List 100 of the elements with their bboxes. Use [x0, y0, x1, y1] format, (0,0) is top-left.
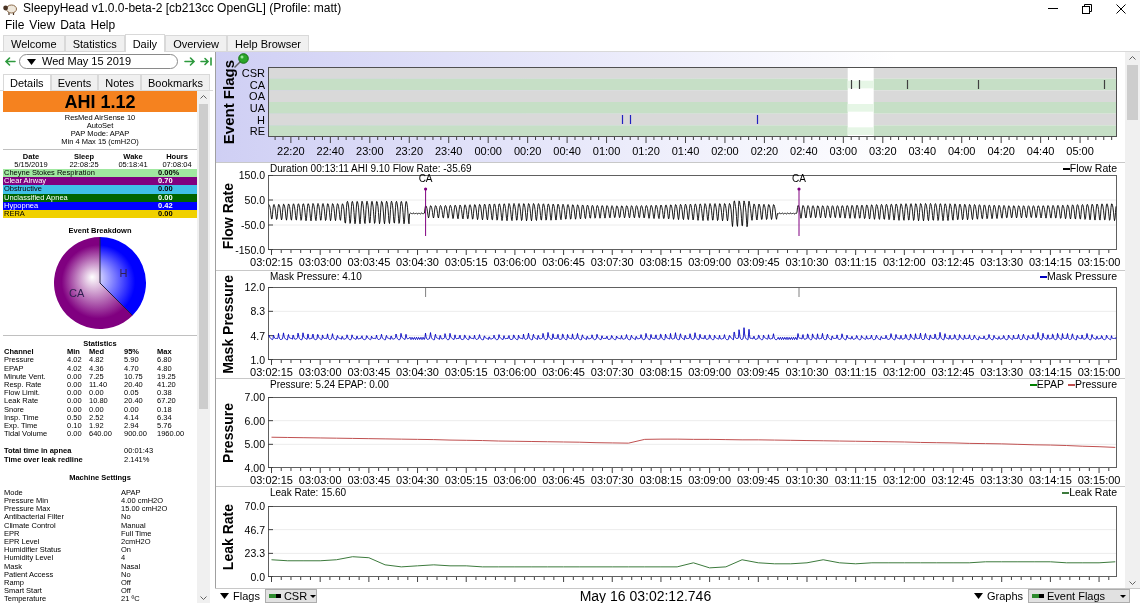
event-mark: [858, 79, 861, 90]
flag-select[interactable]: CSR: [264, 589, 317, 603]
slice-label: H: [119, 267, 128, 280]
scrollbar[interactable]: [1125, 52, 1140, 588]
graphs-menu-button[interactable]: Graphs: [973, 589, 1023, 603]
event-mark: [906, 79, 909, 90]
ahi-banner: AHI 1.12: [3, 91, 197, 112]
x-tick-label: 03:12:00: [882, 366, 926, 378]
x-tick-label: 03:12:00: [882, 474, 926, 486]
color-swatch-icon: [1032, 594, 1044, 598]
x-tick-label: 03:10:30: [785, 256, 829, 268]
y-tick-label: 7.00: [244, 391, 265, 403]
chevron-down-icon[interactable]: [1129, 581, 1136, 585]
menu-item[interactable]: Help: [90, 18, 116, 33]
x-tick-label: 03:09:45: [736, 256, 780, 268]
x-tick-label: 03:06:00: [493, 366, 537, 378]
arrow-to-end-icon[interactable]: [200, 57, 212, 66]
y-axis: [268, 397, 274, 468]
axis-title: Pressure: [221, 402, 235, 463]
tab[interactable]: Welcome: [3, 35, 65, 51]
x-tick-label: 03:15:00: [1077, 366, 1121, 378]
x-tick-label: 04:20: [987, 145, 1015, 157]
x-tick-label: 03:09:00: [688, 366, 731, 378]
graph-readout: Leak Rate: 15.60: [270, 487, 347, 498]
caret-icon: [1120, 594, 1126, 598]
x-tick-label: 03:14:15: [1028, 474, 1072, 486]
y-tick-label: 8.3: [250, 305, 265, 318]
minimize-icon: [1048, 8, 1058, 9]
scrollbar[interactable]: [197, 91, 210, 603]
arrow-left-icon[interactable]: [4, 57, 16, 66]
sheep-icon: [3, 2, 17, 15]
event-marker: [797, 187, 801, 237]
chevron-up-icon[interactable]: [1129, 56, 1136, 60]
tab[interactable]: Overview: [165, 35, 227, 51]
tab[interactable]: Daily: [124, 34, 166, 52]
caret-icon: [310, 594, 317, 598]
x-tick-label: 03:15:00: [1077, 256, 1121, 268]
menu-item[interactable]: Data: [60, 18, 86, 33]
color-swatch-icon: [268, 594, 281, 598]
restore-icon: [1082, 3, 1092, 14]
x-tick-label: 03:03:00: [298, 366, 342, 378]
legend-label: Mask Pressure: [1046, 271, 1117, 282]
legend-label: Pressure: [1075, 379, 1117, 390]
event-mark: [629, 114, 632, 125]
tab[interactable]: Details: [3, 74, 51, 91]
x-tick-label: 03:08:15: [639, 256, 683, 268]
y-tick-label: 23.3: [244, 547, 265, 560]
graph-select[interactable]: Event Flags: [1028, 589, 1130, 603]
y-tick-label: 50.0: [244, 194, 265, 206]
x-tick-label: 03:15:00: [1077, 474, 1121, 486]
y-axis: [268, 506, 274, 577]
x-tick-label: 03:12:00: [882, 256, 926, 268]
x-tick-label: 03:05:15: [444, 256, 488, 268]
x-tick-label: 03:09:00: [688, 256, 731, 268]
scrollbar-thumb[interactable]: [1127, 65, 1138, 120]
tab[interactable]: Statistics: [64, 35, 125, 51]
x-tick-label: 03:08:15: [639, 474, 683, 486]
x-tick-label: 03:07:30: [590, 256, 634, 268]
legend-label: EPAP: [1036, 379, 1064, 390]
y-tick-label: 12.0: [244, 281, 265, 293]
legend-label: Leak Rate: [1069, 487, 1117, 498]
x-tick-label: 22:40: [316, 145, 345, 157]
selection-highlight: [847, 68, 874, 136]
date-dropdown[interactable]: Wed May 15 2019: [19, 54, 178, 69]
x-tick-label: 03:40: [908, 145, 936, 157]
graph-readout: Mask Pressure: 4.10: [270, 271, 362, 282]
event-mark: [1103, 79, 1106, 90]
x-tick-label: 03:02:15: [250, 256, 293, 268]
row-label: OA: [249, 90, 265, 103]
scrollbar-thumb[interactable]: [199, 104, 208, 409]
x-tick-label: 03:06:45: [542, 256, 585, 268]
flags-menu-button[interactable]: Flags: [220, 589, 260, 603]
x-tick-label: 03:06:45: [542, 474, 585, 486]
y-tick-label: 0.0: [250, 571, 265, 583]
x-tick-label: 03:09:45: [736, 366, 780, 378]
tab[interactable]: Bookmarks: [141, 74, 211, 90]
slice-label: CA: [69, 286, 85, 299]
menu-item[interactable]: File: [5, 18, 25, 33]
chevron-down-icon[interactable]: [200, 596, 207, 600]
arrow-right-icon[interactable]: [184, 57, 196, 66]
x-tick-label: 23:40: [434, 145, 463, 157]
tab[interactable]: Help Browser: [226, 35, 309, 51]
y-tick-label: 46.7: [244, 523, 265, 536]
x-tick-label: 03:14:15: [1028, 366, 1072, 378]
x-tick-label: 03:07:30: [590, 366, 634, 378]
tab[interactable]: Notes: [98, 74, 141, 90]
x-tick-label: 03:02:15: [250, 474, 293, 486]
axis-title: Leak Rate: [221, 504, 235, 571]
x-tick-label: 03:03:00: [298, 256, 342, 268]
chevron-up-icon[interactable]: [200, 95, 207, 99]
x-tick-label: 03:10:30: [785, 474, 829, 486]
tab[interactable]: Events: [50, 74, 99, 90]
x-tick-label: 03:11:15: [834, 474, 877, 486]
legend-label: Flow Rate: [1069, 163, 1117, 174]
x-tick-label: 03:07:30: [590, 474, 634, 486]
x-tick-label: 03:13:30: [980, 366, 1024, 378]
menu-item[interactable]: View: [29, 18, 56, 33]
x-tick-label: 04:40: [1026, 145, 1055, 157]
y-tick-label: 1.0: [250, 354, 265, 366]
x-tick-label: 03:05:15: [444, 366, 488, 378]
